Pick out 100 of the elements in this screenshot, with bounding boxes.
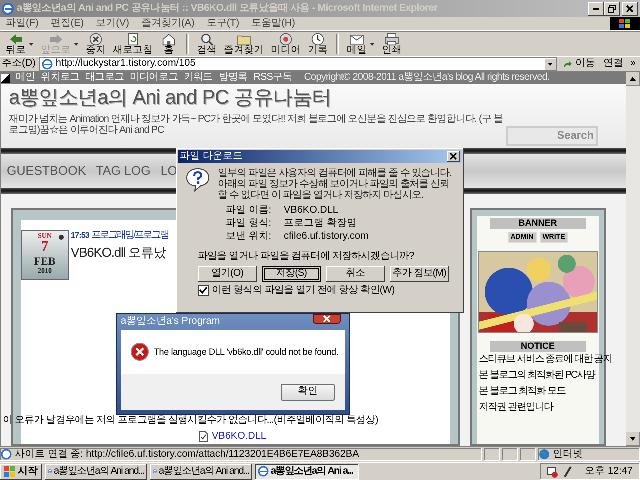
field-value: cfile6.uf.tistory.com <box>284 231 370 242</box>
checkbox[interactable] <box>198 285 209 296</box>
notice-link[interactable]: 스티큐브 서비스 종료에 대한 공지 <box>479 354 612 365</box>
warning-message: 일부의 파일은 사용자의 컴퓨터에 피해를 줄 수 있습니다. 아래의 파일 정보가 수상해 보이거나 파일의 출처를 신뢰할 수 없다면 이 파일을 열거나 저장하지 마십시오. <box>218 168 453 201</box>
printer-icon <box>383 32 401 46</box>
menu-item[interactable]: 보기(V) <box>90 18 136 30</box>
field-value: VB6KO.DLL <box>284 205 340 216</box>
attachment-link[interactable]: VB6KO.DLL <box>212 430 266 442</box>
menu-link[interactable]: GUESTBOOK <box>7 164 86 178</box>
field-label: 파일 형식: <box>226 218 273 229</box>
dialog-title: 파일 다운로드 <box>180 150 244 162</box>
post-title: VB6KO.dll 오류났 <box>71 246 168 260</box>
back-button[interactable]: 뒤로 <box>3 32 37 56</box>
status-text: 사이트 연결 중: http://cfile6.uf.tistory.com/attach/1123201E4B6E7EA8B362BA <box>15 449 360 460</box>
media-button[interactable]: 미디어 <box>268 32 304 56</box>
taskbar-button[interactable]: a뽕잎소년a의 Ani a... <box>255 464 359 480</box>
post-text: 이 오류가 날경우에는 저의 프로그램을 실행시킬수가 없습니다...(비주얼베이직의 특성상) <box>3 415 380 426</box>
dialog-button[interactable]: 저장(S) <box>262 266 321 282</box>
dialog-button[interactable]: 추가 정보(M) <box>390 266 449 282</box>
zone-label: 인터넷 <box>553 449 583 460</box>
month-label: FEB <box>34 257 56 268</box>
nav-link[interactable]: 방명록 <box>218 72 248 84</box>
ok-button[interactable]: 확인 <box>281 384 335 400</box>
pin-icon <box>59 235 64 240</box>
globe-icon <box>539 449 550 460</box>
section-header: BANNER <box>490 218 586 229</box>
caret-icon <box>29 42 34 46</box>
windows-flag-icon <box>4 466 16 477</box>
history-button[interactable]: 기록 <box>305 32 331 56</box>
field-label: 파일 이름: <box>226 205 273 216</box>
favorites-button[interactable]: 즐겨찾기 <box>221 32 267 56</box>
dialog-title: a뽕잎소년a's Program <box>121 316 220 328</box>
taskbar-button[interactable]: a뽕잎소년a의 Ani and... <box>150 464 252 480</box>
home-button[interactable]: 홈 <box>157 32 181 56</box>
address-label: 주소(D) <box>2 58 36 70</box>
close-icon <box>626 4 634 12</box>
refresh-button[interactable]: 새로고침 <box>110 32 156 56</box>
error-message: The language DLL 'vb6ko.dll' could not be found. <box>154 346 339 358</box>
menu-link[interactable]: TAG LOG <box>96 164 151 178</box>
mail-button[interactable]: 메일 <box>344 32 378 56</box>
dialog-button[interactable]: 취소 <box>326 266 385 282</box>
restore-icon <box>608 4 616 12</box>
page-loading-icon <box>1 449 12 460</box>
browser-icon <box>258 466 269 477</box>
taskbar-button[interactable]: a뽕잎소년a의 Ani and... <box>45 464 147 480</box>
dialog-button[interactable]: 열기(O) <box>198 266 257 282</box>
windows-flag-icon <box>618 18 632 30</box>
nav-link[interactable]: 키워드 <box>184 72 213 84</box>
start-button[interactable]: 시작 <box>0 464 42 480</box>
corner-icon <box>1 74 10 82</box>
checkmark-icon <box>199 286 208 295</box>
nav-link[interactable]: 위치로그 <box>41 72 80 84</box>
go-button[interactable]: 이동 <box>560 58 598 70</box>
network-icon <box>547 466 560 478</box>
envelope-icon <box>348 32 366 46</box>
nav-link[interactable]: 태그로그 <box>86 72 124 84</box>
house-icon <box>160 32 178 46</box>
stop-icon <box>87 32 105 46</box>
blog-title[interactable]: a뽕잎소년a의 Ani and PC 공유나눔터 <box>9 87 332 110</box>
copyright-text: Copyright© 2008-2011 a뽕잎소년a's blog All rights reserved. <box>304 72 550 84</box>
more-button[interactable]: » <box>628 58 638 70</box>
notice-link[interactable]: 저작권 관련입니다 <box>479 402 553 413</box>
caret-icon <box>74 42 79 46</box>
tagline: 재미가 넘치는 Animation 언제나 정보가 가득~ PC가 한곳에 모였다!! 저희 블로그에 오신분을 진심으로 환영합니다. (구 블로그명)꿈☆은 이루어진다 Ani and PC <box>9 114 504 136</box>
field-label: 보낸 위치: <box>226 231 273 242</box>
stop-button[interactable]: 중지 <box>83 32 109 56</box>
links-button[interactable]: 연결 <box>601 58 626 70</box>
minimize-icon <box>593 8 599 10</box>
post-time: 17:53 <box>71 231 90 240</box>
field-value: 프로그램 확장명 <box>284 218 358 229</box>
go-arrow-icon <box>563 60 574 68</box>
print-button[interactable]: 인쇄 <box>379 32 405 56</box>
vertical-scrollbar[interactable] <box>626 72 640 446</box>
menu-item[interactable]: 즐겨찾기(A) <box>135 18 201 30</box>
section-header: NOTICE <box>490 341 586 352</box>
day-number: 7 <box>41 240 49 255</box>
menu-item[interactable]: 파일(F) <box>0 18 45 30</box>
question-text: 파일을 열거나 파일을 컴퓨터에 저장하시겠습니까? <box>198 251 416 262</box>
address-field[interactable]: http://luckystar1.tistory.com/105 <box>38 57 558 71</box>
category-link[interactable]: 프로그래밍/프로그램 <box>91 230 168 242</box>
nav-link[interactable]: 미디어로그 <box>130 72 178 84</box>
menu-item[interactable]: 도구(T) <box>200 18 246 30</box>
media-icon <box>277 32 295 46</box>
error-icon <box>131 343 149 361</box>
nav-link[interactable]: 메인 <box>16 72 36 84</box>
search-button[interactable]: 검색 <box>194 32 220 56</box>
browser-icon <box>2 2 14 14</box>
notice-link[interactable]: 본 블로그의 최적화된 PC사양 <box>479 370 596 381</box>
menu-item[interactable]: 도움말(H) <box>246 18 302 30</box>
notice-link[interactable]: 본 블로그 최적화 모드 <box>479 386 566 397</box>
clock-icon <box>309 32 327 46</box>
clock: 오후 12:47 <box>585 466 633 478</box>
search-field[interactable]: Search <box>506 126 598 146</box>
checkbox-label: 이런 형식의 파일을 열기 전에 항상 확인(W) <box>212 285 395 296</box>
close-button[interactable] <box>313 314 341 324</box>
question-icon <box>186 168 210 192</box>
nav-link[interactable]: RSS구독 <box>254 72 292 84</box>
page-icon <box>42 58 53 70</box>
caret-icon <box>370 42 375 46</box>
menu-item[interactable]: 편집(E) <box>44 18 90 30</box>
